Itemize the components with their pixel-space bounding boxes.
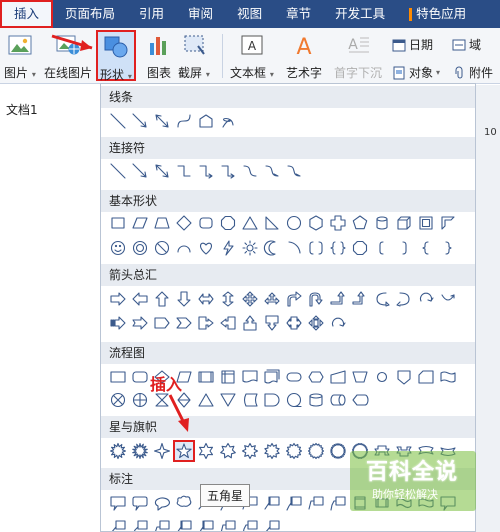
annotation-label: 插入 — [150, 375, 183, 394]
watermark-subtitle: 助你轻松解决 — [372, 488, 438, 501]
app-window: 插入 页面布局 引用 审阅 视图 章节 开发工具 特色应用 图片 ▾ 在线图片 … — [0, 0, 500, 532]
watermark: 百科全说 助你轻松解决 — [350, 451, 476, 511]
watermark-title: 百科全说 — [366, 460, 459, 485]
arrowhead-icon — [178, 418, 189, 432]
shape-tooltip: 五角星 — [200, 484, 251, 507]
arrowhead-icon — [80, 40, 92, 51]
